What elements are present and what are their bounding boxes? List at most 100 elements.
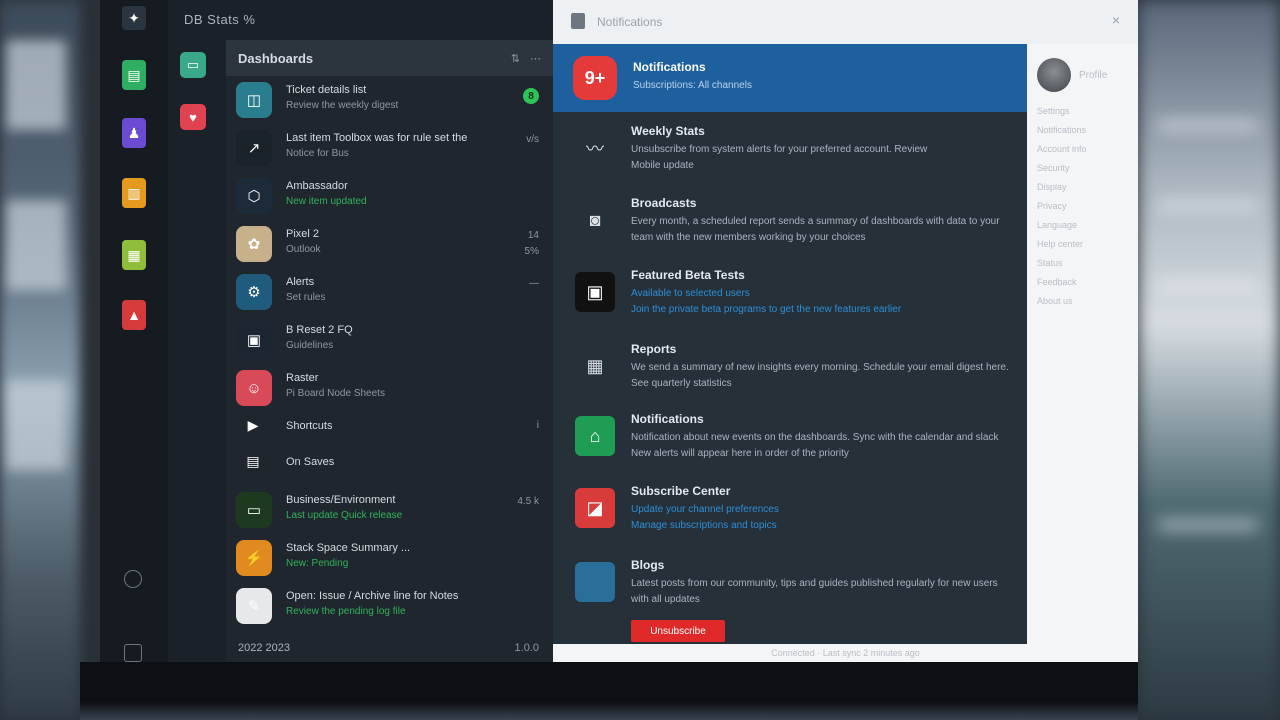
item-subtitle: New: Pending [286, 558, 349, 569]
item-meta: v/s [526, 134, 539, 145]
app-title: DB Stats % [184, 12, 256, 27]
background-panel [6, 40, 66, 130]
tasks-icon[interactable]: ▤ [122, 60, 146, 90]
list-item[interactable]: ▣ B Reset 2 FQ Guidelines [226, 316, 553, 364]
filter-icon[interactable]: ⇅ [511, 52, 520, 65]
list-item[interactable]: ▭ Business/Environment Last update Quick r… [226, 486, 553, 534]
item-title: Shortcuts [286, 420, 333, 432]
sidebar-link[interactable]: Feedback [1037, 277, 1077, 287]
item-avatar-icon: ▭ [236, 492, 272, 528]
list-item[interactable]: ⬡ Ambassador New item updated [226, 172, 553, 220]
notification-detail: 9+ Notifications Subscriptions: All chan… [553, 44, 1027, 644]
list-item[interactable]: ⚙ Alerts Set rules — [226, 268, 553, 316]
item-title: Business/Environment [286, 494, 396, 506]
alert-icon[interactable]: ▲ [122, 300, 146, 330]
close-icon[interactable]: × [1112, 12, 1120, 28]
notification-line: Latest posts from our community, tips an… [631, 578, 998, 589]
user-icon[interactable]: ♟ [122, 118, 146, 148]
item-subtitle: Review the weekly digest [286, 100, 399, 111]
notification-line: We send a summary of new insights every … [631, 362, 1009, 373]
notification-title: Reports [631, 342, 677, 356]
notification-icon: ◪ [575, 488, 615, 528]
notification-title: Broadcasts [631, 196, 697, 210]
sidebar-link[interactable]: Display [1037, 182, 1067, 192]
item-title: Alerts [286, 276, 315, 288]
notification-item[interactable]: ◙ Broadcasts Every month, a scheduled repo… [553, 192, 1027, 262]
avatar[interactable] [1037, 58, 1071, 92]
notification-line: team with the new members working by you… [631, 232, 866, 243]
app-logo-icon[interactable]: ✦ [122, 6, 146, 30]
monitor-bezel [80, 662, 1138, 720]
item-subtitle: Pi Board Node Sheets [286, 388, 385, 399]
item-avatar-icon: ▶ [247, 416, 259, 433]
background-panel [6, 200, 66, 290]
item-title: Ambassador [286, 180, 348, 192]
profile-name: Profile [1079, 70, 1108, 81]
sidebar-link[interactable]: Security [1037, 163, 1070, 173]
item-avatar-icon: ⬡ [236, 178, 272, 214]
notification-item[interactable]: ◪ Subscribe Center Update your channel pre… [553, 480, 1027, 550]
notification-item[interactable]: ▣ Featured Beta Tests Available to selecte… [553, 264, 1027, 334]
item-subtitle: Last update Quick release [286, 510, 403, 521]
item-meta-secondary: 5% [524, 246, 539, 257]
item-avatar-icon: ✎ [236, 588, 272, 624]
icon-rail: ✦ ▤ ♟ ▥ ▦ ▲ [100, 0, 169, 662]
sidebar-link[interactable]: Privacy [1037, 201, 1067, 211]
sidebar-link[interactable]: Settings [1037, 106, 1070, 116]
info-icon[interactable] [124, 570, 142, 588]
list-footer-left: 2022 2023 [238, 642, 290, 654]
sidebar-link[interactable]: About us [1037, 296, 1073, 306]
sidebar-link[interactable]: Notifications [1037, 125, 1086, 135]
settings-icon[interactable] [124, 644, 142, 662]
more-icon[interactable]: ⋯ [530, 52, 541, 65]
notification-title: Featured Beta Tests [631, 268, 745, 282]
item-title: B Reset 2 FQ [286, 324, 353, 336]
notification-icon: 〰 [586, 139, 604, 159]
calendar-icon[interactable]: ▦ [122, 240, 146, 270]
list-item[interactable]: ▤ On Saves [226, 446, 553, 482]
item-avatar-icon: ◫ [236, 82, 272, 118]
notification-title: Weekly Stats [631, 124, 705, 138]
window-titlebar: Notifications × [553, 0, 1138, 44]
notification-item[interactable]: Blogs Latest posts from our community, ti… [553, 554, 1027, 624]
notification-item[interactable]: ▦ Reports We send a summary of new insight… [553, 338, 1027, 408]
notification-item[interactable]: 〰 Weekly Stats Unsubscribe from system ale… [553, 120, 1027, 190]
item-avatar-icon: ⚡ [236, 540, 272, 576]
list-item[interactable]: ▶ Shortcuts i [226, 410, 553, 446]
item-subtitle: Review the pending log file [286, 606, 406, 617]
item-title: Pixel 2 [286, 228, 320, 240]
notification-title: Subscribe Center [631, 484, 731, 498]
sidebar-link[interactable]: Language [1037, 220, 1077, 230]
notification-icon: ⌂ [575, 416, 615, 456]
chart-icon[interactable]: ▥ [122, 178, 146, 208]
heart-icon[interactable]: ♥ [180, 104, 206, 130]
item-title: Raster [286, 372, 319, 384]
sidebar-link[interactable]: Status [1037, 258, 1063, 268]
notification-icon: ◙ [589, 209, 601, 230]
sidebar-link[interactable]: Help center [1037, 239, 1083, 249]
list-item[interactable]: ✎ Open: Issue / Archive line for Notes Rev… [226, 582, 553, 630]
background-bar [1158, 280, 1258, 290]
list-item[interactable]: ✿ Pixel 2 Outlook 14 5% [226, 220, 553, 268]
document-icon[interactable]: ▭ [180, 52, 206, 78]
background-right [1138, 0, 1280, 720]
list-item[interactable]: ↗ Last item Toolbox was for rule set the N… [226, 124, 553, 172]
background-bar [1158, 120, 1258, 130]
notification-window: Notifications × 9+ Notifications Subscri… [553, 0, 1138, 662]
item-title: On Saves [286, 456, 335, 468]
list-header: Dashboards ⇅ ⋯ [226, 40, 553, 76]
notification-line: Notification about new events on the das… [631, 432, 999, 443]
list-item[interactable]: ☺ Raster Pi Board Node Sheets [226, 364, 553, 412]
selected-notification[interactable]: 9+ Notifications Subscriptions: All chan… [553, 44, 1027, 112]
list-item[interactable]: ⚡ Stack Space Summary ... New: Pending [226, 534, 553, 582]
unsubscribe-button[interactable]: Unsubscribe [631, 620, 725, 642]
top-bar: DB Stats % [168, 0, 553, 40]
dashboard-list: Dashboards ⇅ ⋯ ◫ Ticket details list Revie… [226, 40, 553, 662]
notification-item[interactable]: ⌂ Notifications Notification about new eve… [553, 408, 1027, 478]
sidebar-link[interactable]: Account info [1037, 144, 1087, 154]
selected-subtitle: Subscriptions: All channels [633, 80, 752, 91]
item-subtitle: Notice for Bus [286, 148, 349, 159]
item-avatar-icon: ↗ [236, 130, 272, 166]
list-item[interactable]: ◫ Ticket details list Review the weekly di… [226, 76, 553, 124]
item-title: Ticket details list [286, 84, 367, 96]
